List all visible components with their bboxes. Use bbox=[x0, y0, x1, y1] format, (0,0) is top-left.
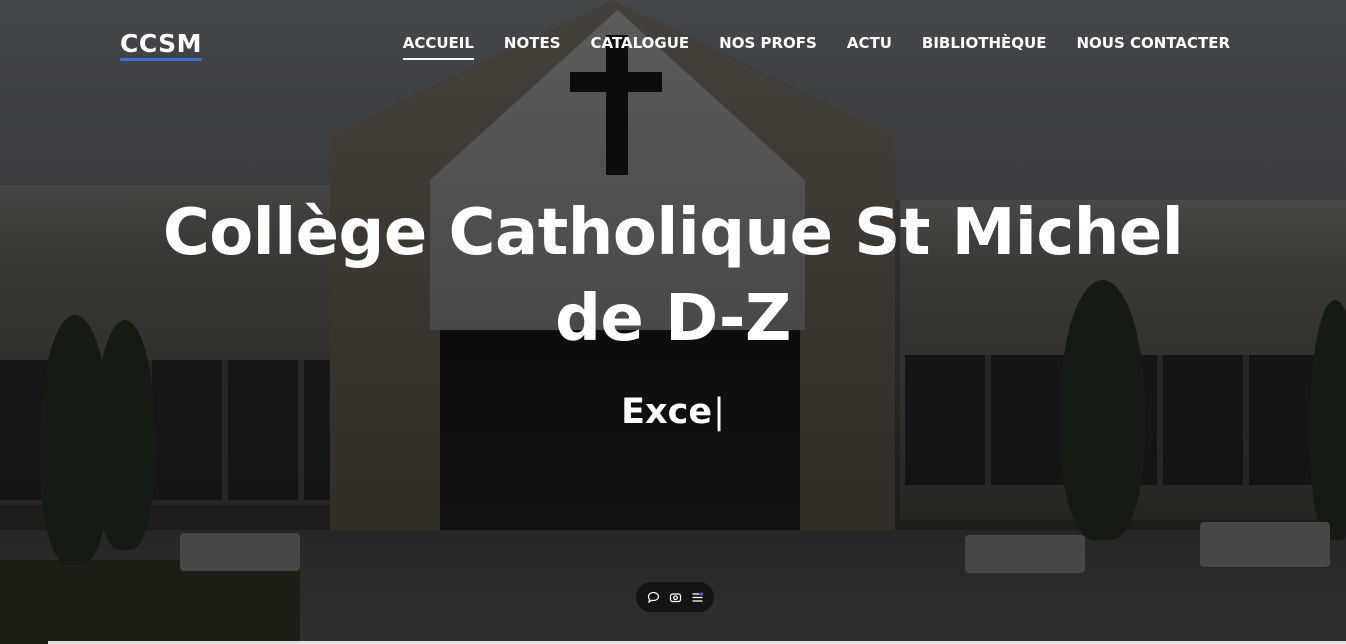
navbar: CCSM ACCUEIL NOTES CATALOGUE NOS PROFS A… bbox=[0, 0, 1346, 90]
nav-item-catalogue[interactable]: CATALOGUE bbox=[591, 34, 690, 60]
nav-item-accueil[interactable]: ACCUEIL bbox=[402, 34, 475, 60]
nav-item-actu[interactable]: ACTU bbox=[847, 34, 892, 60]
nav-item-nos-profs[interactable]: NOS PROFS bbox=[719, 34, 817, 60]
site-logo[interactable]: CCSM bbox=[120, 29, 203, 61]
camera-icon[interactable] bbox=[668, 590, 682, 604]
nav-item-notes[interactable]: NOTES bbox=[504, 34, 561, 60]
hero-typed-text-line: Exce| bbox=[0, 390, 1346, 434]
floating-toolbar bbox=[636, 582, 714, 612]
hero-content: Collège Catholique St Michel de D-Z Exce… bbox=[0, 190, 1346, 434]
typing-caret: | bbox=[713, 392, 725, 432]
nav-menu: ACCUEIL NOTES CATALOGUE NOS PROFS ACTU B… bbox=[402, 34, 1230, 60]
list-settings-icon[interactable] bbox=[690, 590, 704, 604]
nav-item-bibliotheque[interactable]: BIBLIOTHÈQUE bbox=[922, 34, 1047, 60]
nav-item-nous-contacter[interactable]: NOUS CONTACTER bbox=[1076, 34, 1230, 60]
chat-icon[interactable] bbox=[646, 590, 660, 604]
hero-title: Collège Catholique St Michel de D-Z bbox=[162, 196, 1184, 356]
typed-text: Exce bbox=[621, 392, 713, 432]
